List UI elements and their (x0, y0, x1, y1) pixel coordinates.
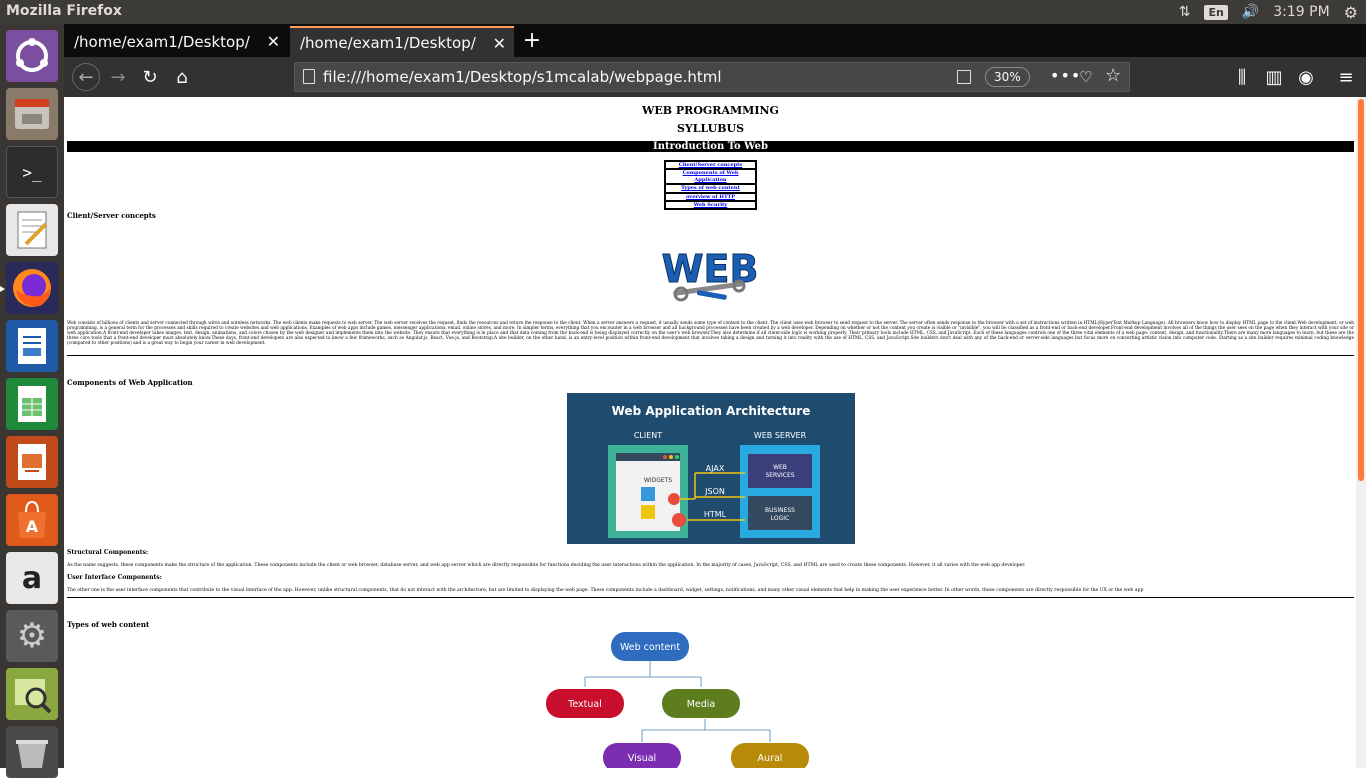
ui-components-paragraph: The other one is the user interface comp… (67, 588, 1144, 593)
svg-text:A: A (26, 517, 39, 536)
close-tab-icon[interactable]: ✕ (267, 32, 280, 51)
clock[interactable]: 3:19 PM (1273, 4, 1329, 20)
svg-text:LOGIC: LOGIC (771, 515, 789, 522)
section-heading-web-content: Types of web content (67, 620, 150, 629)
navigation-bar: ← → ↻ ⌂ file:///home/exam1/Desktop/s1mca… (64, 57, 1366, 97)
terminal-icon[interactable]: >_ (6, 146, 58, 198)
network-icon[interactable]: ⇅ (1179, 4, 1191, 20)
toc-link-types-content[interactable]: Types of web content (665, 184, 756, 193)
diagram-aural-label: Aural (758, 753, 783, 764)
url-text[interactable]: file:///home/exam1/Desktop/s1mcalab/webp… (323, 68, 722, 86)
arch-html-label: HTML (704, 510, 727, 519)
settings-gear-icon[interactable]: ⚙ (1344, 3, 1358, 22)
pocket-icon[interactable]: ♡ (1079, 68, 1092, 86)
toc-link-security[interactable]: Web Scurity (665, 201, 756, 210)
section-heading-components: Components of Web Application (67, 378, 193, 387)
svg-text:WEB: WEB (773, 464, 787, 471)
tab-active[interactable]: /home/exam1/Desktop/s1m ✕ (290, 26, 514, 57)
arch-json-label: JSON (704, 487, 725, 496)
divider (67, 355, 1354, 356)
web-content-diagram: Web content Textual Media Visual Aural (546, 632, 809, 768)
sidebar-icon[interactable]: ▥ (1260, 63, 1288, 91)
tab-bar: /home/exam1/Desktop/s1m ✕ /home/exam1/De… (64, 24, 1366, 57)
account-icon[interactable]: ◉ (1292, 63, 1320, 91)
ubuntu-software-icon[interactable]: A (6, 494, 58, 546)
page-info-icon[interactable] (303, 69, 315, 84)
firefox-icon[interactable] (6, 262, 58, 314)
toc-link-client-server[interactable]: Client/Server concepts (665, 161, 756, 170)
page-title: WEB PROGRAMMING (642, 104, 779, 117)
running-indicator (0, 286, 5, 292)
client-server-paragraph: Web consists of billions of clients and … (67, 321, 1354, 347)
ubuntu-dash-icon[interactable] (6, 30, 58, 82)
libreoffice-writer-icon[interactable] (6, 320, 58, 372)
bookmark-star-icon[interactable]: ☆ (1105, 65, 1121, 86)
section-heading-client-server: Client/Server concepts (67, 211, 156, 220)
page-scrollbar[interactable] (1356, 97, 1366, 768)
diagram-visual-label: Visual (628, 753, 656, 764)
files-icon[interactable] (6, 88, 58, 140)
reader-view-icon[interactable] (957, 70, 971, 84)
active-app-name: Mozilla Firefox (6, 3, 122, 19)
diagram-media-label: Media (687, 699, 716, 710)
volume-icon[interactable]: 🔊 (1242, 4, 1259, 20)
close-tab-icon[interactable]: ✕ (493, 34, 506, 53)
libreoffice-calc-icon[interactable] (6, 378, 58, 430)
trash-icon[interactable] (6, 726, 58, 778)
tab-title: /home/exam1/Desktop/s1m (74, 32, 250, 51)
text-editor-icon[interactable] (6, 204, 58, 256)
ui-components-heading: User Interface Components: (67, 574, 162, 581)
diagram-root-label: Web content (620, 642, 680, 653)
structural-components-paragraph: As the name suggests, these components m… (67, 563, 1026, 568)
arch-ajax-label: AJAX (706, 464, 725, 473)
back-button[interactable]: ← (72, 63, 100, 91)
forward-button[interactable]: → (104, 63, 132, 91)
diagram-textual-label: Textual (567, 699, 602, 710)
tab-inactive[interactable]: /home/exam1/Desktop/s1m ✕ (64, 26, 288, 57)
launcher: >_ A a ⚙ (0, 24, 64, 778)
page-content: WEB PROGRAMMING SYLLUBUS Introduction To… (65, 97, 1356, 768)
divider (67, 597, 1354, 598)
tab-title: /home/exam1/Desktop/s1m (300, 33, 476, 52)
menu-hamburger-icon[interactable]: ≡ (1332, 63, 1360, 91)
svg-text:SERVICES: SERVICES (765, 472, 794, 479)
page-actions-icon[interactable]: ••• (1050, 66, 1081, 85)
web-app-architecture-image: Web Application Architecture CLIENT WEB … (567, 393, 855, 544)
toc-link-components[interactable]: Components of Web Application (665, 169, 756, 185)
system-top-bar: Mozilla Firefox ⇅ En 🔊 3:19 PM ⚙ (0, 0, 1366, 24)
arch-server-label: WEB SERVER (754, 431, 807, 440)
intro-heading-bar: Introduction To Web (67, 141, 1354, 152)
table-of-contents: Client/Server concepts Components of Web… (664, 160, 757, 211)
scrollbar-thumb[interactable] (1358, 99, 1364, 481)
zoom-level-button[interactable]: 30% (985, 67, 1030, 87)
page-subtitle: SYLLUBUS (676, 122, 745, 135)
svg-text:BUSINESS: BUSINESS (765, 507, 795, 514)
libreoffice-impress-icon[interactable] (6, 436, 58, 488)
library-icon[interactable]: ⫼ (1228, 63, 1256, 91)
image-viewer-icon[interactable] (6, 668, 58, 720)
structural-components-heading: Structural Components: (67, 549, 149, 556)
arch-client-label: CLIENT (634, 431, 662, 440)
keyboard-language-indicator[interactable]: En (1204, 4, 1228, 20)
home-button[interactable]: ⌂ (168, 63, 196, 91)
web-logo-image: WEB (661, 247, 759, 302)
url-bar[interactable]: file:///home/exam1/Desktop/s1mcalab/webp… (294, 62, 1130, 92)
reload-button[interactable]: ↻ (136, 63, 164, 91)
new-tab-button[interactable]: + (518, 26, 546, 54)
arch-widgets-label: WIDGETS (644, 477, 672, 484)
system-settings-icon[interactable]: ⚙ (6, 610, 58, 662)
amazon-icon[interactable]: a (6, 552, 58, 604)
arch-title: Web Application Architecture (612, 404, 811, 418)
toc-link-http[interactable]: overview of HTTP (665, 192, 756, 202)
